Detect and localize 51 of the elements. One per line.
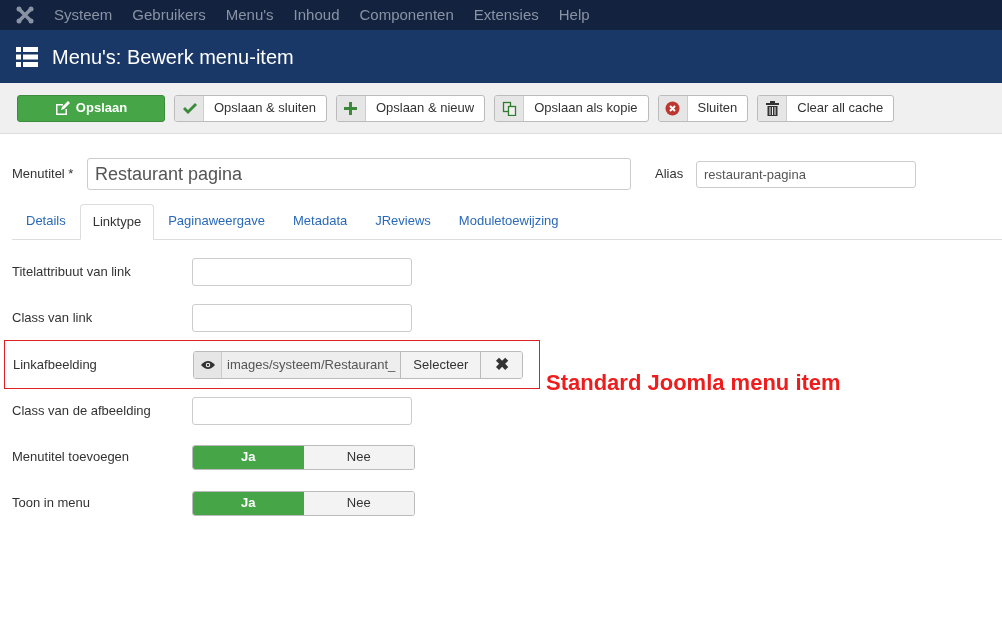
clear-button[interactable]: ✖ [481,351,523,378]
nav-menu-item[interactable]: Systeem [54,3,113,27]
tab[interactable]: Linktype [79,204,155,240]
image-path-field[interactable]: images/systeem/Restaurant_ [222,351,402,378]
nav-menu-item[interactable]: Extensies [473,3,539,27]
tab[interactable]: Details [12,203,80,239]
nav-menu-item[interactable]: Inhoud [293,3,340,27]
edit-icon [54,100,70,116]
title-field[interactable]: Restaurant pagina [87,158,631,190]
text-field[interactable] [192,397,412,425]
save-button[interactable]: Opslaan [17,94,165,122]
toggle-option[interactable]: Ja [193,445,304,469]
preview-button[interactable] [194,351,222,378]
trash-icon [764,100,780,116]
toggle-option[interactable]: Ja [193,491,304,515]
toolbar-button[interactable]: Clear all cache [757,94,895,122]
tab[interactable]: Moduletoewijzing [444,203,573,239]
field-label: Linkafbeelding [13,355,98,374]
tab[interactable]: Paginaweergave [154,203,280,239]
alias-field[interactable]: restaurant-pagina [696,160,916,188]
close-icon [665,100,681,116]
nav-menu-item[interactable]: Menu's [225,3,274,27]
nav-menu-item[interactable]: Componenten [359,3,454,27]
field-label: Menutitel * [12,165,75,184]
field-label: Class van de afbeelding [12,402,152,421]
page-title: Menu's: Bewerk menu-item [52,44,294,70]
eye-icon [200,359,215,370]
copy-icon [501,100,517,116]
toggle-option[interactable]: Nee [303,491,414,515]
text-field[interactable] [192,304,412,332]
field-label: Toon in menu [12,494,92,513]
logo-icon[interactable] [16,6,34,24]
field-label: Class van link [12,309,94,328]
toolbar-button[interactable]: Opslaan & sluiten [174,94,327,122]
text-field[interactable] [192,258,412,286]
field-label: Titelattribuut van link [12,263,132,282]
nav-menu-item[interactable]: Help [558,3,590,27]
toolbar-button[interactable]: Opslaan als kopie [494,94,649,122]
annotation-text: Standard Joomla menu item [546,369,841,397]
toolbar-button[interactable]: Opslaan & nieuw [335,94,486,122]
plus-icon [343,100,359,116]
tab[interactable]: Metadata [279,203,362,239]
list-icon [16,46,38,67]
check-icon [181,100,197,116]
field-label: Alias [655,165,685,184]
select-button[interactable]: Selecteer [401,351,482,378]
toggle-option[interactable]: Nee [303,445,414,469]
tab[interactable]: JReviews [361,203,445,239]
nav-menu-item[interactable]: Gebruikers [132,3,206,27]
field-label: Menutitel toevoegen [12,448,131,467]
toolbar-button[interactable]: Sluiten [657,94,749,122]
